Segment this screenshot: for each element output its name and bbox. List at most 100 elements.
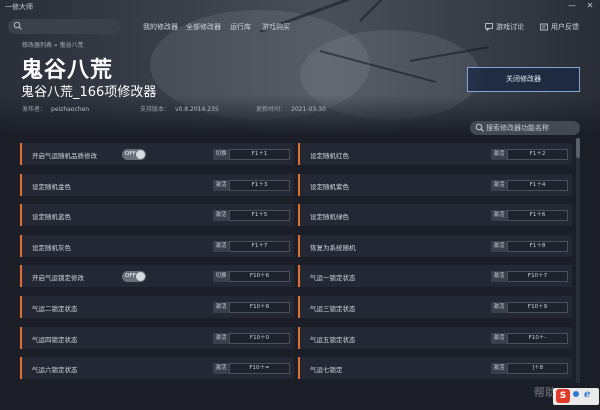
toggle-state-label: OFF — [125, 273, 136, 280]
feature-row: 设定随机红色 激活 F1＋2 — [298, 143, 572, 165]
global-search-input[interactable] — [8, 19, 120, 34]
feature-label: 气运一锁定状态 — [310, 274, 356, 283]
app-title: 一修大师 — [5, 3, 33, 11]
page-title: 鬼谷八荒 — [21, 58, 114, 83]
feature-row: 气运七锁定 激活]＋8 — [298, 357, 572, 380]
scrollbar-track[interactable] — [576, 138, 580, 383]
feature-action-button[interactable]: 激活 — [491, 210, 507, 222]
hotkey-field[interactable]: F1＋8 — [507, 240, 568, 252]
nav-runtime-library[interactable]: 运行库 — [230, 22, 251, 32]
hotkey-field[interactable]: F10＋- — [507, 332, 568, 344]
nav-game-purchase[interactable]: 游戏购买 — [262, 22, 290, 32]
feature-action-button[interactable]: 切换 — [213, 149, 229, 160]
chat-icon — [485, 23, 493, 31]
feature-label: 设定随机紫色 — [310, 182, 349, 191]
hotkey-field[interactable]: F10＋9 — [507, 302, 568, 313]
feature-action-button[interactable]: 激活 — [491, 363, 507, 375]
feature-label: 气运二锁定状态 — [32, 305, 78, 313]
feedback-icon — [540, 23, 548, 31]
feature-row: 气运五锁定状态 激活 F10＋- — [298, 326, 572, 349]
search-icon — [475, 123, 484, 132]
feature-action-button[interactable]: 激活 — [213, 240, 229, 252]
nav-my-trainers[interactable]: 我的修改器 — [143, 22, 178, 32]
feature-label: 气运四锁定状态 — [32, 335, 78, 344]
feature-row: 设定随机金色 激活 F1＋3 — [20, 173, 294, 196]
trainer-title: 鬼谷八荒_166项修改器 — [21, 85, 157, 100]
close-window-button[interactable]: ✕ — [582, 0, 598, 12]
scrollbar-thumb[interactable] — [576, 138, 580, 158]
feature-row: 气运二锁定状态 激活 F10＋8 — [20, 296, 294, 318]
feature-action-button[interactable]: 激活 — [213, 210, 229, 222]
hotkey-field[interactable]: F1＋3 — [229, 179, 290, 191]
game-discuss-link[interactable]: 游戏讨论 — [485, 22, 524, 32]
hotkey-field[interactable]: F1＋2 — [507, 149, 568, 160]
hotkey-field[interactable]: F10＋6 — [229, 271, 290, 283]
close-trainer-button[interactable]: 关闭修改器 — [467, 67, 580, 92]
feature-row: 设定随机绿色 激活 F1＋6 — [298, 204, 572, 227]
hotkey-field[interactable]: ]＋8 — [507, 363, 568, 375]
toggle-knob — [136, 150, 145, 159]
feature-action-button[interactable]: 激活 — [491, 302, 507, 313]
feature-action-button[interactable]: 激活 — [491, 271, 507, 283]
feature-search-input[interactable]: 搜索修改器功能名称 — [470, 121, 580, 135]
title-bar: 一修大师 — ✕ — [0, 0, 600, 14]
feature-label: 设定随机红色 — [310, 152, 349, 160]
ime-mode-icon: ℯ — [584, 389, 591, 400]
hotkey-field[interactable]: F10＋0 — [229, 332, 290, 344]
updated-info: 更新时间： 2021-03-30 — [256, 106, 326, 113]
feature-row: 设定随机蓝色 激活 F1＋5 — [20, 204, 294, 227]
ime-dot-icon — [573, 391, 579, 397]
feature-action-button[interactable]: 激活 — [491, 179, 507, 191]
feature-action-button[interactable]: 激活 — [213, 363, 229, 375]
feature-label: 设定随机绿色 — [310, 213, 349, 222]
search-icon — [13, 21, 22, 30]
feature-row: 开启气运随机品质修改 OFF 切换 F1＋1 — [20, 143, 294, 165]
user-feedback-label: 用户反馈 — [551, 23, 579, 31]
version-info: 支持版本： v0.8.2014.235 — [140, 106, 219, 113]
hotkey-field[interactable]: F10＋= — [229, 363, 290, 375]
feature-action-button[interactable]: 激活 — [213, 332, 229, 344]
feature-toggle[interactable]: OFF — [122, 149, 146, 160]
ime-tray[interactable]: S ℯ — [553, 388, 599, 405]
feature-label: 设定随机灰色 — [32, 243, 71, 252]
feature-row: 气运四锁定状态 激活 F10＋0 — [20, 326, 294, 349]
hotkey-field[interactable]: F1＋1 — [229, 149, 290, 160]
feature-toggle[interactable]: OFF — [122, 271, 146, 283]
hotkey-field[interactable]: F1＋4 — [507, 179, 568, 191]
feature-label: 气运六锁定状态 — [32, 366, 78, 375]
minimize-button[interactable]: — — [564, 0, 580, 12]
feature-action-button[interactable]: 激活 — [491, 240, 507, 252]
feature-row: 气运一锁定状态 激活 F10＋7 — [298, 265, 572, 288]
feature-action-button[interactable]: 激活 — [491, 332, 507, 344]
feature-label: 开启气运随机品质修改 — [32, 152, 97, 160]
sogou-s-icon: S — [556, 389, 570, 403]
feature-row: 开启气运锁定修改 OFF 切换 F10＋6 — [20, 265, 294, 288]
hotkey-field[interactable]: F1＋5 — [229, 210, 290, 222]
hotkey-field[interactable]: F10＋7 — [507, 271, 568, 283]
feature-action-button[interactable]: 激活 — [491, 149, 507, 160]
feature-label: 气运三锁定状态 — [310, 305, 356, 313]
feature-action-button[interactable]: 激活 — [213, 302, 229, 313]
publisher-info: 发布者： peizhaochen — [22, 106, 90, 113]
feature-row: 设定随机紫色 激活 F1＋4 — [298, 173, 572, 196]
hotkey-field[interactable]: F1＋6 — [507, 210, 568, 222]
breadcrumb[interactable]: 修改器列表 » 鬼谷八荒 — [22, 40, 84, 49]
feature-label: 设定随机蓝色 — [32, 213, 71, 222]
toggle-state-label: OFF — [125, 151, 136, 157]
feature-row: 恢复为系统随机 激活 F1＋8 — [298, 234, 572, 257]
user-feedback-link[interactable]: 用户反馈 — [540, 22, 579, 32]
feature-label: 气运七锁定 — [310, 366, 343, 375]
feature-row: 气运六锁定状态 激活 F10＋= — [20, 357, 294, 380]
feature-list: 开启气运随机品质修改 OFF 切换 F1＋1 设定随机红色 激活 F1＋2 设定随机金色 激活 F… — [20, 143, 572, 383]
feature-label: 恢复为系统随机 — [310, 243, 356, 252]
hotkey-field[interactable]: F1＋7 — [229, 240, 290, 252]
hotkey-field[interactable]: F10＋8 — [229, 302, 290, 313]
feature-action-button[interactable]: 激活 — [213, 179, 229, 191]
feature-label: 开启气运锁定修改 — [32, 274, 84, 283]
game-discuss-label: 游戏讨论 — [496, 23, 524, 31]
toggle-knob — [136, 272, 145, 282]
feature-label: 气运五锁定状态 — [310, 335, 356, 344]
feature-row: 设定随机灰色 激活 F1＋7 — [20, 234, 294, 257]
nav-all-trainers[interactable]: 全部修改器 — [186, 22, 221, 32]
feature-action-button[interactable]: 切换 — [213, 271, 229, 283]
